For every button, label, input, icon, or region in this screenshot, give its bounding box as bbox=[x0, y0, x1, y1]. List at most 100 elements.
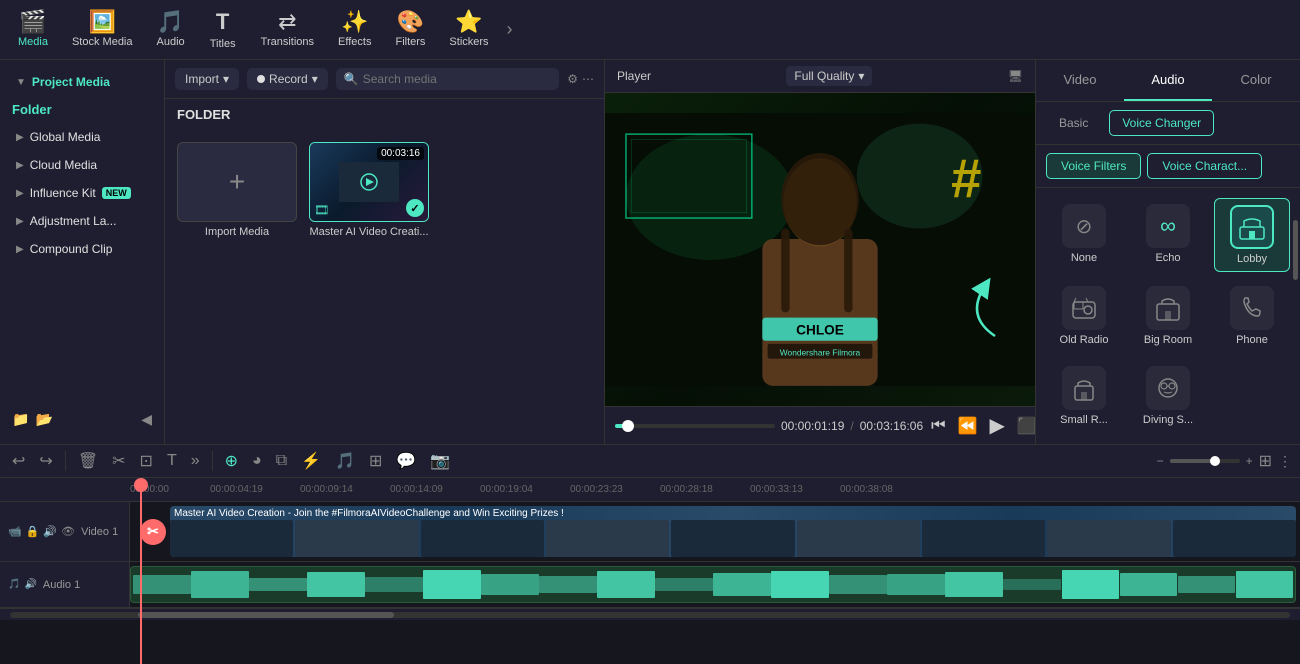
sidebar-item-cloud-media[interactable]: ▶ Cloud Media bbox=[4, 152, 160, 178]
audio-mute-icon[interactable]: 🔊 bbox=[24, 579, 36, 590]
toolbar-media[interactable]: 🎬 Media bbox=[8, 7, 58, 52]
play-button[interactable]: ▶ bbox=[989, 413, 1004, 438]
search-box[interactable]: 🔍 bbox=[336, 68, 559, 90]
toolbar-transitions[interactable]: ⇄ Transitions bbox=[251, 7, 324, 52]
video-media-item[interactable]: 00:03:16 ✓ 🎞 Master AI Video Creati... bbox=[309, 142, 429, 238]
track-audio-icon[interactable]: 🔊 bbox=[43, 525, 57, 538]
new-folder-icon[interactable]: 📁 bbox=[12, 411, 29, 428]
import-media-item[interactable]: + Import Media bbox=[177, 142, 297, 238]
voice-card-phone[interactable]: Phone bbox=[1214, 280, 1290, 352]
toolbar-titles[interactable]: T Titles bbox=[199, 5, 247, 54]
compound-clip-label: Compound Clip bbox=[30, 242, 113, 256]
zoom-plus-button[interactable]: + bbox=[1246, 454, 1253, 468]
sidebar-item-adjustment-layer[interactable]: ▶ Adjustment La... bbox=[4, 208, 160, 234]
subtab-voice-changer[interactable]: Voice Changer bbox=[1109, 110, 1214, 136]
stop-button[interactable]: ⬛ bbox=[1017, 416, 1037, 436]
filters-label: Filters bbox=[395, 36, 425, 48]
toolbar-stickers[interactable]: ⭐ Stickers bbox=[439, 7, 498, 52]
video-preview: Player Full Quality ▾ 🖥 bbox=[605, 60, 1035, 444]
subtitle-button[interactable]: 💬 bbox=[392, 449, 420, 473]
record-button[interactable]: Record ▾ bbox=[247, 68, 328, 90]
zoom-minus-button[interactable]: − bbox=[1157, 454, 1164, 468]
video-track-icon[interactable]: 📹 bbox=[8, 525, 22, 538]
search-input[interactable] bbox=[363, 72, 552, 86]
voice-card-small-room[interactable]: Small R... bbox=[1046, 360, 1122, 432]
more-options-button[interactable]: ⋮ bbox=[1278, 453, 1292, 470]
voice-card-lobby[interactable]: Lobby bbox=[1214, 198, 1290, 272]
sidebar-item-project-media[interactable]: ▼ Project Media bbox=[4, 69, 160, 95]
text-button[interactable]: T bbox=[163, 450, 181, 472]
voice-character-button[interactable]: Voice Charact... bbox=[1147, 153, 1262, 179]
frame-back-button[interactable]: ⏪ bbox=[958, 416, 978, 436]
tab-audio[interactable]: Audio bbox=[1124, 60, 1212, 101]
filter-icon[interactable]: ⚙ bbox=[567, 72, 578, 86]
delete-button[interactable]: 🗑 bbox=[74, 449, 102, 473]
playhead-handle[interactable] bbox=[134, 478, 148, 492]
stickers-icon: ⭐ bbox=[455, 11, 482, 33]
crop-button[interactable]: ⊡ bbox=[136, 449, 157, 473]
basic-subtab-label: Basic bbox=[1059, 116, 1088, 130]
lock-icon[interactable]: 🔒 bbox=[26, 525, 40, 538]
voice-card-echo[interactable]: ∞ Echo bbox=[1130, 198, 1206, 272]
audio-tl-button[interactable]: 🎵 bbox=[331, 449, 359, 473]
cut-button[interactable]: ✂ bbox=[108, 449, 129, 473]
zoom-slider[interactable] bbox=[1170, 459, 1240, 463]
timeline-toolbar: ↩ ↪ 🗑 ✂ ⊡ T » ⊕ ◕ ⧉ ⚡ 🎵 ⊞ 💬 📷 − + ⊞ ⋮ bbox=[0, 445, 1300, 478]
voice-card-big-room[interactable]: Big Room bbox=[1130, 280, 1206, 352]
display-icon[interactable]: 🖥 bbox=[1008, 69, 1023, 83]
ripple-button[interactable]: ⊕ bbox=[221, 449, 242, 473]
speed-button[interactable]: ⚡ bbox=[297, 449, 325, 473]
toolbar-effects[interactable]: ✨ Effects bbox=[328, 7, 381, 52]
sidebar-item-global-media[interactable]: ▶ Global Media bbox=[4, 124, 160, 150]
effects-icon: ✨ bbox=[341, 11, 368, 33]
panel-subtabs: Basic Voice Changer bbox=[1036, 102, 1300, 145]
skip-back-button[interactable]: ⏮ bbox=[931, 417, 945, 435]
progress-bar[interactable] bbox=[615, 424, 775, 428]
voice-filters-button[interactable]: Voice Filters bbox=[1046, 153, 1141, 179]
right-panel: Video Audio Color Basic Voice Changer Vo… bbox=[1035, 60, 1300, 444]
toolbar-stock-media[interactable]: 🖼️ Stock Media bbox=[62, 7, 143, 52]
timeline-horizontal-scrollbar bbox=[0, 608, 1300, 620]
folder-plus-icon[interactable]: 📂 bbox=[35, 411, 52, 428]
sidebar-item-compound-clip[interactable]: ▶ Compound Clip bbox=[4, 236, 160, 262]
screenshot-tl-button[interactable]: 📷 bbox=[426, 449, 454, 473]
toolbar-filters[interactable]: 🎨 Filters bbox=[385, 7, 435, 52]
color-button[interactable]: ◕ bbox=[248, 450, 266, 472]
redo-button[interactable]: ↪ bbox=[35, 449, 56, 473]
color-tab-label: Color bbox=[1240, 72, 1271, 87]
voice-card-none[interactable]: ⊘ None bbox=[1046, 198, 1122, 272]
timeline-tracks: 00:00:00 00:00:04:19 00:00:09:14 00:00:1… bbox=[0, 478, 1300, 664]
panel-scrollbar[interactable] bbox=[1293, 220, 1298, 280]
toolbar-audio[interactable]: 🎵 Audio bbox=[147, 7, 195, 52]
split-tl-button[interactable]: ⧉ bbox=[272, 450, 291, 472]
forward-button[interactable]: » bbox=[187, 450, 204, 472]
sidebar-folder-label[interactable]: Folder bbox=[0, 96, 164, 123]
tab-video[interactable]: Video bbox=[1036, 60, 1124, 101]
cloud-media-label: Cloud Media bbox=[30, 158, 97, 172]
sidebar-collapse-button[interactable]: ◀ bbox=[141, 411, 152, 428]
undo-button[interactable]: ↩ bbox=[8, 449, 29, 473]
eye-icon[interactable]: 👁 bbox=[61, 525, 75, 538]
preview-video: # CHLOE Wondershare Filmora bbox=[605, 93, 1035, 406]
more-icon[interactable]: ⋯ bbox=[582, 72, 594, 86]
voice-card-diving[interactable]: Diving S... bbox=[1130, 360, 1206, 432]
sidebar-item-influence-kit[interactable]: ▶ Influence Kit NEW bbox=[4, 180, 160, 206]
voice-card-old-radio[interactable]: Old Radio bbox=[1046, 280, 1122, 352]
subtab-basic[interactable]: Basic bbox=[1046, 110, 1101, 136]
scroll-track[interactable] bbox=[10, 612, 1290, 618]
import-chevron-icon: ▾ bbox=[223, 72, 229, 86]
sidebar-bottom-actions: 📁 📂 ◀ bbox=[0, 403, 164, 436]
import-button[interactable]: Import ▾ bbox=[175, 68, 239, 90]
audio-clip[interactable] bbox=[130, 566, 1296, 603]
waveform-visual bbox=[131, 567, 1295, 602]
quality-select[interactable]: Full Quality ▾ bbox=[786, 66, 872, 86]
tab-color[interactable]: Color bbox=[1212, 60, 1300, 101]
progress-handle[interactable] bbox=[622, 420, 634, 432]
scroll-thumb[interactable] bbox=[138, 612, 394, 618]
toolbar-expand-icon[interactable]: › bbox=[507, 19, 513, 40]
stabilize-button[interactable]: ⊞ bbox=[365, 449, 386, 473]
arrow-icon: ▶ bbox=[16, 216, 24, 227]
grid-view-button[interactable]: ⊞ bbox=[1259, 451, 1272, 471]
video-clip[interactable]: Master AI Video Creation - Join the #Fil… bbox=[170, 506, 1296, 557]
zoom-thumb[interactable] bbox=[1210, 456, 1220, 466]
